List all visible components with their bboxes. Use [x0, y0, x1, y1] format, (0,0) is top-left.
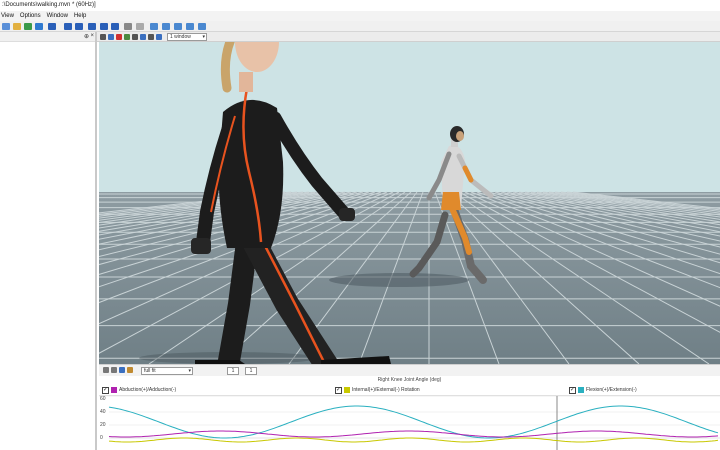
axis-icon[interactable]: [140, 34, 146, 40]
skip-start-icon[interactable]: [64, 23, 72, 30]
legend-item-rotation[interactable]: ✓ Internal(+)/External(-) Rotation: [335, 385, 420, 395]
legend-checkbox[interactable]: ✓: [102, 386, 109, 394]
layout-select[interactable]: 1 window ▾: [167, 33, 207, 41]
menu-bar: View Options Window Help: [0, 11, 720, 21]
flexion-curve: [108, 405, 719, 439]
marker-icon[interactable]: [116, 34, 122, 40]
pin-icon[interactable]: ⊕: [84, 33, 89, 40]
sync-icon[interactable]: [136, 23, 144, 30]
zoom-out-icon[interactable]: [111, 367, 117, 373]
cross-icon[interactable]: [100, 34, 106, 40]
layout-select-value: 1 window: [170, 34, 191, 40]
legend-swatch: [344, 387, 350, 393]
sky: [99, 42, 720, 192]
camera-icon[interactable]: [132, 34, 138, 40]
plot-canvas: [99, 395, 720, 450]
legend-checkbox[interactable]: ✓: [335, 386, 342, 394]
legend-swatch: [578, 387, 584, 393]
chevron-down-icon: ▾: [202, 34, 205, 40]
abduction-curve: [108, 430, 719, 438]
new-icon[interactable]: [2, 23, 10, 30]
spin-a-value: 1: [231, 368, 235, 374]
graph-legend: ✓ Abduction(+)/Adduction(-) ✓ Internal(+…: [99, 385, 720, 395]
rotation-curve: [108, 437, 719, 443]
import-icon[interactable]: [162, 23, 170, 30]
open-icon[interactable]: [13, 23, 21, 30]
legend-item-abduction[interactable]: ✓ Abduction(+)/Adduction(-): [102, 385, 176, 395]
zoom-select[interactable]: full fit ▾: [141, 367, 193, 375]
spin-a[interactable]: 1: [227, 367, 239, 375]
avatar-icon[interactable]: [124, 34, 130, 40]
legend-label: Internal(+)/External(-) Rotation: [352, 387, 420, 393]
save-icon[interactable]: [24, 23, 32, 30]
legend-item-flexion[interactable]: ✓ Flexion(+)/Extension(-): [569, 385, 637, 395]
app-window: :\Documents\walking.mvn * (60Hz)] View O…: [0, 0, 720, 450]
window-title: :\Documents\walking.mvn * (60Hz)]: [0, 0, 720, 11]
floor-icon[interactable]: [156, 34, 162, 40]
left-panel-header: ⊕ ×: [0, 32, 95, 42]
graph-toolbar: full fit ▾ 1 1: [99, 364, 720, 376]
menu-help[interactable]: Help: [74, 11, 86, 21]
y-tick: 40: [100, 409, 106, 415]
y-tick: 20: [100, 422, 106, 428]
grid-icon[interactable]: [108, 34, 114, 40]
main-toolbar: [0, 21, 720, 32]
graph-icon[interactable]: [186, 23, 194, 30]
settings-icon[interactable]: [124, 23, 132, 30]
y-tick: 0: [100, 435, 103, 441]
joint-angle-plot[interactable]: 60 40 20 0: [99, 395, 720, 450]
left-panel: ⊕ ×: [0, 32, 97, 450]
graph-title: Right Knee Joint Angle (deg): [99, 376, 720, 385]
edit-icon[interactable]: [174, 23, 182, 30]
zoom-in-icon[interactable]: [103, 367, 109, 373]
step-forward-icon[interactable]: [100, 23, 108, 30]
legend-swatch: [111, 387, 117, 393]
export-graph-icon[interactable]: [127, 367, 133, 373]
record-icon[interactable]: [48, 23, 56, 30]
viewport-toolbar: 1 window ▾: [97, 32, 720, 42]
legend-checkbox[interactable]: ✓: [569, 386, 576, 394]
close-icon[interactable]: ×: [90, 33, 94, 39]
3d-viewport[interactable]: [99, 42, 720, 364]
avatar-shadow: [329, 273, 469, 287]
legend-label: Flexion(+)/Extension(-): [586, 387, 637, 393]
chevron-down-icon: ▾: [188, 368, 191, 374]
skip-end-icon[interactable]: [111, 23, 119, 30]
scene: [99, 42, 720, 364]
refresh-icon[interactable]: [35, 23, 43, 30]
spin-b[interactable]: 1: [245, 367, 257, 375]
menu-options[interactable]: Options: [20, 11, 41, 21]
menu-window[interactable]: Window: [47, 11, 68, 21]
spin-b-value: 1: [249, 368, 253, 374]
person-icon[interactable]: [148, 34, 154, 40]
zoom-select-value: full fit: [144, 368, 156, 374]
fit-icon[interactable]: [119, 367, 125, 373]
window-icon[interactable]: [198, 23, 206, 30]
export-icon[interactable]: [150, 23, 158, 30]
legend-label: Abduction(+)/Adduction(-): [119, 387, 177, 393]
menu-view[interactable]: View: [1, 11, 14, 21]
y-tick: 60: [100, 396, 106, 402]
step-back-icon[interactable]: [75, 23, 83, 30]
play-icon[interactable]: [88, 23, 96, 30]
